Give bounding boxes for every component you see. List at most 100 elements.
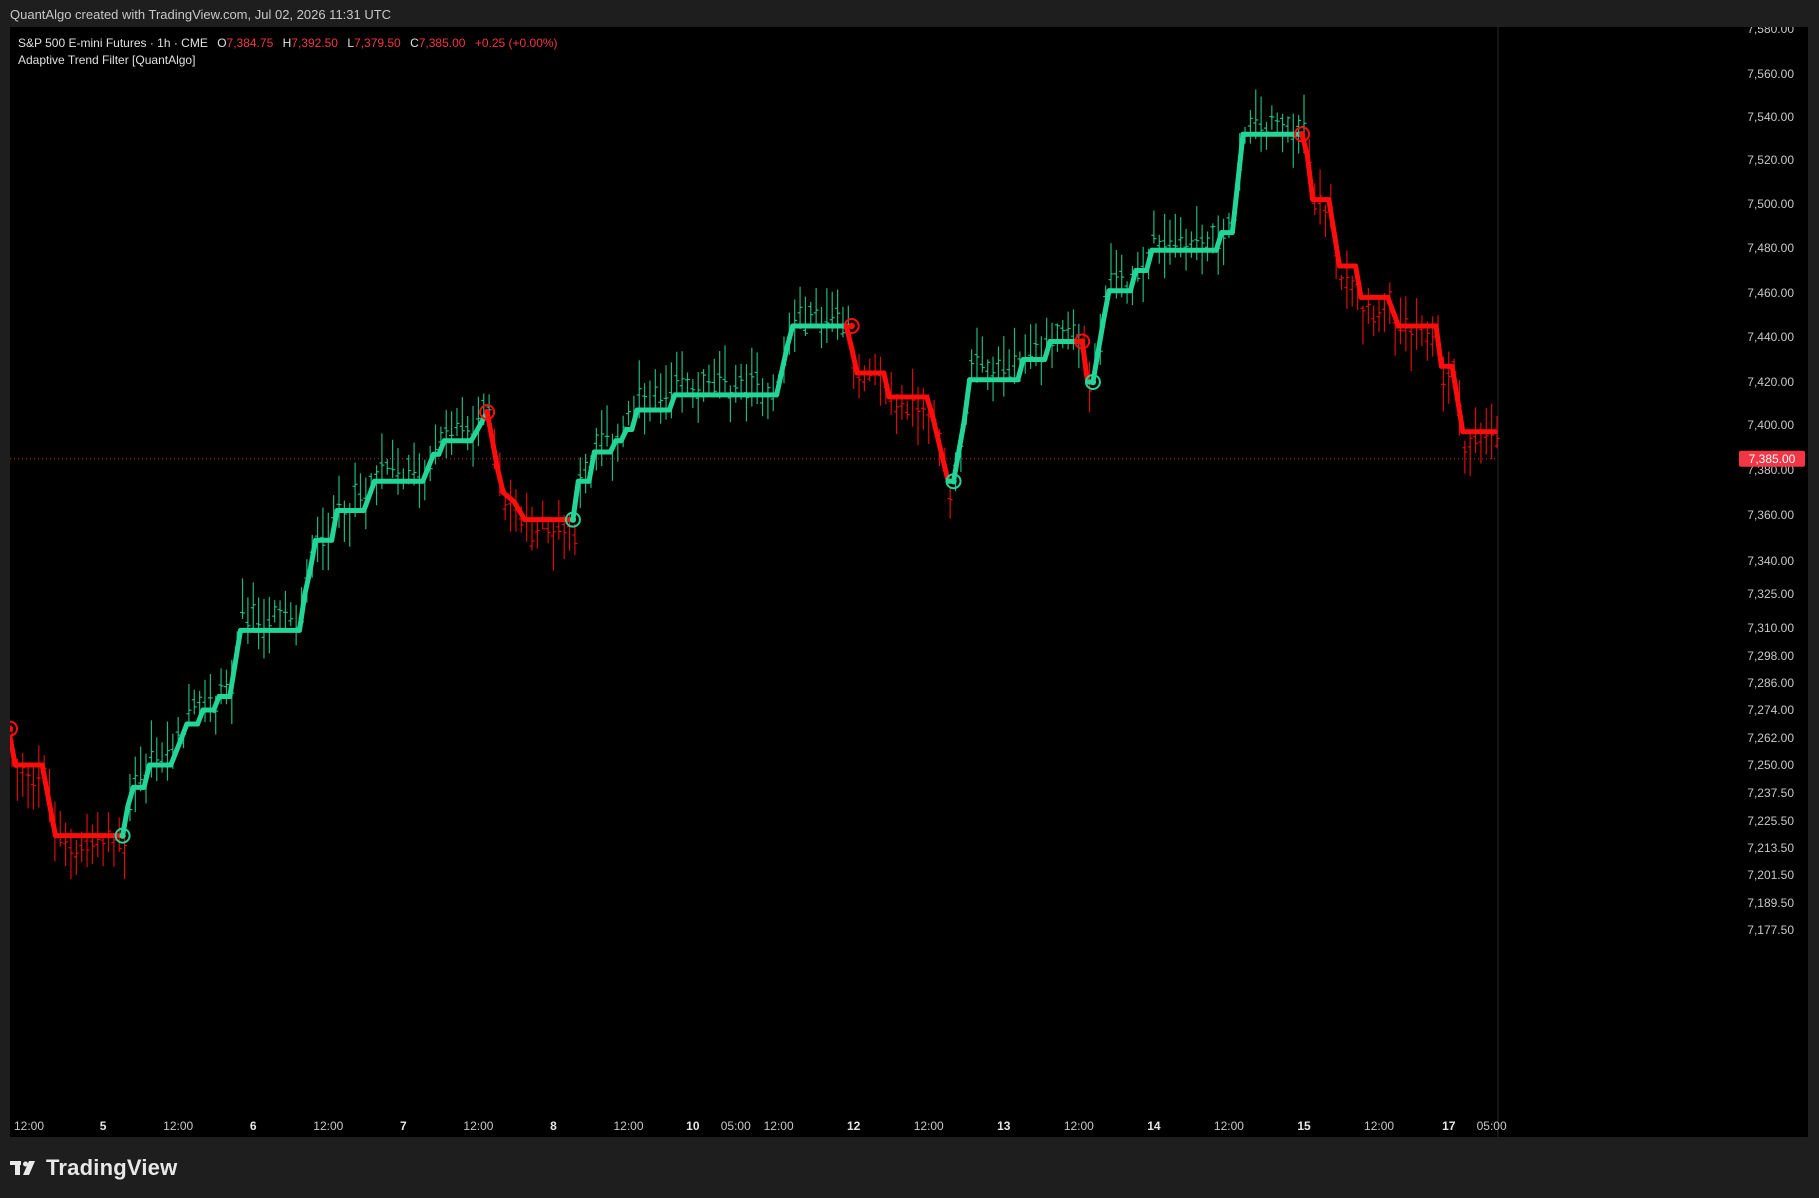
axis-layer: 7,580.00 7,560.00 7,540.00 7,520.00 7,500.00… [14, 27, 1794, 1137]
trend-segment [1304, 153, 1316, 203]
low-label: L [347, 36, 355, 50]
tradingview-logo-icon[interactable] [10, 1158, 40, 1178]
chart-area[interactable]: 7,580.00 7,560.00 7,540.00 7,520.00 7,500.00… [10, 27, 1808, 1137]
price-tick-label: 7,225.50 [1747, 814, 1794, 828]
footer: TradingView [10, 1155, 177, 1181]
trend-segment [881, 370, 892, 400]
high-value: 7,392.50 [291, 36, 338, 50]
price-tick-label: 7,213.50 [1747, 841, 1794, 855]
trend-segment [1213, 230, 1225, 253]
price-tick-label: 7,360.00 [1747, 508, 1794, 522]
time-tick-label: 12:00 [1364, 1119, 1394, 1133]
bullish-signal-dot [950, 478, 957, 485]
price-chart[interactable]: 7,580.00 7,560.00 7,540.00 7,520.00 7,500.00… [10, 27, 1808, 1137]
time-tick-label: 10 [686, 1119, 700, 1133]
price-tick-label: 7,177.50 [1747, 923, 1794, 937]
price-tick-label: 7,298.00 [1747, 649, 1794, 663]
indicator-label[interactable]: Adaptive Trend Filter [QuantAlgo] [18, 52, 558, 69]
time-tick-label: 12:00 [1064, 1119, 1094, 1133]
price-tick-label: 7,286.00 [1747, 676, 1794, 690]
price-tick-label: 7,400.00 [1747, 418, 1794, 432]
trend-segment [586, 449, 597, 484]
chart-credit: QuantAlgo created with TradingView.com, … [10, 7, 392, 22]
price-tick-label: 7,237.50 [1747, 786, 1794, 800]
trend-segment [1015, 357, 1026, 383]
trend-segment [1353, 263, 1364, 300]
price-tick-label: 7,480.00 [1747, 241, 1794, 255]
trend-segment [924, 394, 935, 417]
time-tick-label: 12:00 [614, 1119, 644, 1133]
trend-segment [951, 418, 967, 484]
price-tick-label: 7,250.00 [1747, 758, 1794, 772]
current-price-label: 7,385.00 [1749, 452, 1796, 466]
time-tick-label: 12:00 [313, 1119, 343, 1133]
bullish-signal-dot [119, 832, 126, 839]
trend-segment [774, 343, 790, 398]
trend-segment [1101, 288, 1112, 322]
bearish-signal-dot [1298, 131, 1306, 138]
price-tick-label: 7,325.00 [1747, 587, 1794, 601]
time-tick-label: 15 [1297, 1119, 1311, 1133]
trend-segment [302, 567, 313, 597]
bearish-signal-dot [1079, 338, 1086, 345]
price-tick-label: 7,420.00 [1747, 375, 1794, 389]
price-tick-label: 7,460.00 [1747, 286, 1794, 300]
trend-segment [1433, 323, 1444, 369]
close-value: 7,385.00 [418, 36, 466, 50]
price-tick-label: 7,580.00 [1747, 27, 1794, 36]
trend-segment [10, 735, 18, 768]
price-tick-label: 7,540.00 [1747, 110, 1794, 124]
high-label: H [282, 36, 292, 50]
bearish-signal-dot [483, 408, 491, 416]
trend-segment [495, 467, 506, 495]
trend-segment [329, 508, 340, 543]
price-tick-label: 7,560.00 [1747, 67, 1794, 81]
price-tick-label: 7,440.00 [1747, 330, 1794, 344]
time-tick-label: 14 [1147, 1119, 1161, 1133]
price-bars [10, 89, 1500, 880]
price-tick-label: 7,520.00 [1747, 153, 1794, 167]
time-tick-label: 12:00 [14, 1119, 44, 1133]
trend-segment [125, 784, 136, 809]
bearish-signal-dot [848, 322, 855, 330]
trend-filter-line [10, 131, 1498, 839]
brand-name[interactable]: TradingView [46, 1155, 177, 1181]
price-tick-label: 7,340.00 [1747, 554, 1794, 568]
chart-legend: S&P 500 E-mini Futures · 1h · CME O7,384… [18, 35, 558, 69]
time-tick-label: 17 [1442, 1119, 1456, 1133]
trend-segment [1042, 339, 1053, 362]
time-tick-label: 12:00 [1214, 1119, 1244, 1133]
time-tick-label: 12:00 [463, 1119, 493, 1133]
price-tick-label: 7,262.00 [1747, 731, 1794, 745]
time-tick-label: 8 [550, 1119, 557, 1133]
trend-segment [1127, 268, 1139, 294]
time-tick-label: 12:00 [914, 1119, 944, 1133]
time-tick-label: 13 [997, 1119, 1011, 1133]
trend-segment [961, 377, 973, 424]
symbol-label[interactable]: S&P 500 E-mini Futures · 1h · CME [18, 36, 208, 50]
price-tick-label: 7,310.00 [1747, 621, 1794, 635]
trend-segment [296, 591, 308, 633]
bearish-signal-dot [10, 725, 14, 732]
trend-segment [1449, 363, 1466, 435]
trend-segment [784, 323, 796, 349]
trend-segment [484, 409, 501, 473]
time-tick-label: 05:00 [1477, 1119, 1507, 1133]
trend-segment [849, 345, 860, 376]
time-tick-label: 6 [250, 1119, 257, 1133]
trend-segment [307, 537, 319, 573]
trend-segment [1299, 131, 1310, 159]
signal-markers [10, 126, 1311, 844]
price-tick-label: 7,274.00 [1747, 703, 1794, 717]
open-value: 7,384.75 [226, 36, 274, 50]
low-value: 7,379.50 [354, 36, 401, 50]
time-tick-label: 12:00 [163, 1119, 193, 1133]
open-label: O [217, 36, 227, 50]
trend-segment [39, 762, 56, 825]
price-tick-label: 7,201.50 [1747, 868, 1794, 882]
time-tick-label: 12 [847, 1119, 861, 1133]
trend-segment [929, 411, 951, 484]
trend-segment [843, 323, 855, 351]
bullish-signal-dot [569, 516, 577, 523]
trend-segment [1229, 131, 1246, 236]
